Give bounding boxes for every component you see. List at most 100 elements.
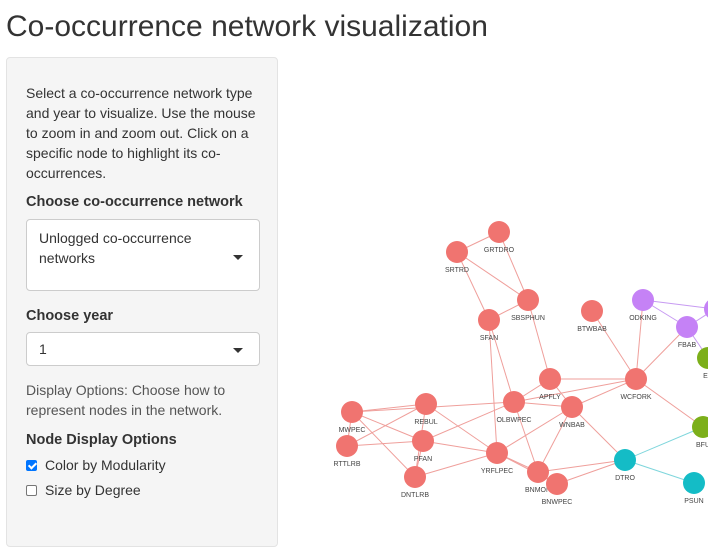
network-node-circle[interactable] — [625, 368, 647, 390]
network-node[interactable]: APFLY — [539, 368, 561, 401]
network-node[interactable]: SRTRD — [445, 241, 469, 274]
network-node-circle[interactable] — [503, 391, 525, 413]
network-edge — [527, 299, 551, 380]
network-node-label: WNBAB — [559, 422, 585, 429]
network-edge — [422, 440, 498, 454]
network-node-label: SRTRD — [445, 267, 469, 274]
network-node[interactable]: CN — [704, 298, 708, 331]
network-edge — [571, 406, 626, 461]
network-node-circle[interactable] — [546, 473, 568, 495]
network-type-select[interactable]: Unlogged co-occurrence networks — [26, 219, 260, 291]
network-node-circle[interactable] — [527, 461, 549, 483]
network-node[interactable]: REBUL — [414, 393, 438, 426]
network-node[interactable]: WCFORK — [620, 368, 652, 401]
network-node-label: BFU — [696, 442, 708, 449]
network-select-label: Choose co-occurrence network — [26, 194, 243, 210]
page-title: Co-occurrence network visualization — [6, 10, 488, 43]
network-node-label: SFAN — [480, 335, 498, 342]
network-type-value: Unlogged co-occurrence networks — [39, 230, 192, 266]
network-edge — [537, 459, 626, 473]
size-by-degree-checkbox[interactable] — [26, 484, 37, 496]
size-by-degree-label: Size by Degree — [45, 482, 141, 498]
network-node-label: DTRO — [615, 475, 635, 482]
network-node[interactable]: MWPEC — [339, 401, 366, 434]
network-node-circle[interactable] — [697, 347, 708, 369]
network-node-circle[interactable] — [486, 442, 508, 464]
network-edge — [496, 406, 573, 454]
network-node-circle[interactable] — [632, 289, 654, 311]
network-node[interactable]: FBAB — [676, 316, 698, 349]
network-edge — [425, 403, 498, 454]
size-by-degree-option[interactable]: Size by Degree — [26, 482, 141, 498]
network-edge — [513, 401, 539, 473]
network-node-circle[interactable] — [704, 298, 708, 320]
network-node[interactable]: DTRO — [614, 449, 636, 482]
intro-text: Select a co-occurrence network type and … — [26, 85, 256, 181]
network-node-circle[interactable] — [614, 449, 636, 471]
network-node-label: PSUN — [684, 498, 703, 505]
network-node-label: RTTLRB — [333, 461, 360, 468]
network-edge — [624, 426, 704, 461]
network-canvas[interactable]: GRTDRO SRTRD SBSPHUN SFAN BTWBAB APFLY WCFORK O… — [285, 57, 708, 531]
network-node[interactable]: BTWBAB — [577, 300, 607, 333]
network-node-label: OLBWPEC — [496, 417, 531, 424]
network-edge — [351, 411, 416, 478]
network-node-circle[interactable] — [415, 393, 437, 415]
network-node[interactable]: WNBAB — [559, 396, 585, 429]
network-node-circle[interactable] — [683, 472, 705, 494]
network-node-circle[interactable] — [341, 401, 363, 423]
network-node-circle[interactable] — [561, 396, 583, 418]
network-node-label: REBUL — [414, 419, 437, 426]
network-edge — [635, 378, 704, 428]
network-node[interactable]: BNMON — [525, 461, 551, 494]
network-node-circle[interactable] — [539, 368, 561, 390]
network-node-label: ODKING — [629, 315, 657, 322]
network-node-label: YRFLPEC — [481, 468, 513, 475]
network-node[interactable]: PSUN — [683, 472, 705, 505]
network-node[interactable]: RTTLRB — [333, 435, 361, 468]
network-edges — [346, 231, 708, 485]
chevron-down-icon — [233, 255, 243, 260]
color-by-modularity-label: Color by Modularity — [45, 457, 166, 473]
network-node[interactable]: BFU — [692, 416, 708, 449]
network-node-label: APFLY — [539, 394, 561, 401]
network-node-circle[interactable] — [517, 289, 539, 311]
color-by-modularity-option[interactable]: Color by Modularity — [26, 457, 166, 473]
node-display-options-label: Node Display Options — [26, 432, 177, 448]
network-node-label: PFAN — [414, 456, 432, 463]
network-node-label: DNTLRB — [401, 492, 429, 499]
network-node-label: GRTDRO — [484, 247, 515, 254]
network-node-circle[interactable] — [336, 435, 358, 457]
network-node[interactable]: SFAN — [478, 309, 500, 342]
sidebar-panel: Select a co-occurrence network type and … — [6, 57, 278, 547]
network-node-label: ED — [703, 373, 708, 380]
network-node-label: BTWBAB — [577, 326, 607, 333]
network-node-circle[interactable] — [488, 221, 510, 243]
year-select-label: Choose year — [26, 308, 114, 324]
network-edge — [635, 299, 644, 380]
network-node-circle[interactable] — [412, 430, 434, 452]
year-value: 1 — [39, 341, 47, 357]
network-node-label: SBSPHUN — [511, 315, 545, 322]
network-node-label: MWPEC — [339, 427, 366, 434]
network-node-label: WCFORK — [620, 394, 651, 401]
network-edge — [537, 406, 573, 473]
network-node[interactable]: SBSPHUN — [511, 289, 545, 322]
network-edge — [346, 440, 424, 447]
network-node-label: FBAB — [678, 342, 697, 349]
network-node-circle[interactable] — [404, 466, 426, 488]
network-node[interactable]: PFAN — [412, 430, 434, 463]
network-edge — [456, 251, 490, 321]
network-node[interactable]: DNTLRB — [401, 466, 429, 499]
network-node[interactable]: ED — [697, 347, 708, 380]
year-select[interactable]: 1 — [26, 332, 260, 366]
network-node-label: BNWPEC — [542, 499, 573, 506]
color-by-modularity-checkbox[interactable] — [26, 459, 37, 471]
network-node-circle[interactable] — [692, 416, 708, 438]
chevron-down-icon — [233, 348, 243, 353]
network-node-circle[interactable] — [446, 241, 468, 263]
network-node-circle[interactable] — [581, 300, 603, 322]
display-options-note: Display Options: Choose how to represent… — [26, 382, 226, 418]
network-node-circle[interactable] — [676, 316, 698, 338]
network-node-circle[interactable] — [478, 309, 500, 331]
